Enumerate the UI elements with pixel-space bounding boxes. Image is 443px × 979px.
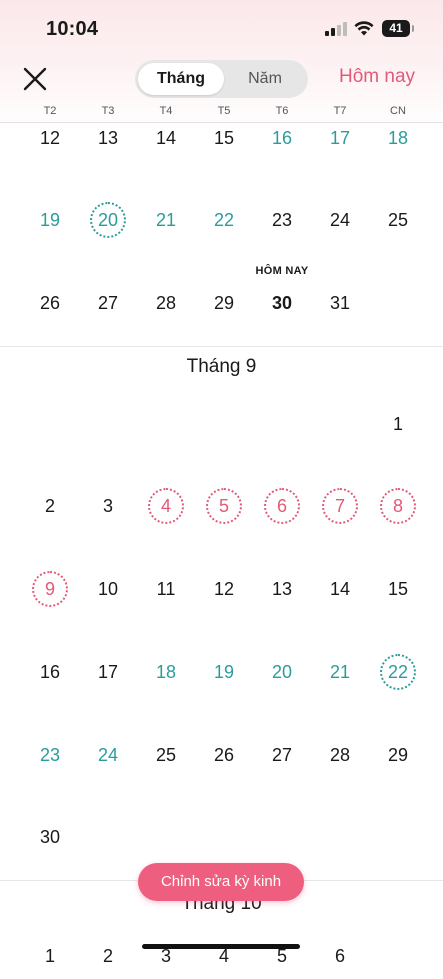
calendar-day[interactable]: 1 [27, 933, 73, 979]
calendar-day[interactable]: 13 [259, 566, 305, 612]
weekday-label: T2 [43, 105, 57, 117]
month-divider [0, 346, 443, 347]
calendar-day[interactable]: 21 [143, 197, 189, 243]
calendar-day[interactable]: 15 [375, 566, 421, 612]
view-toggle: Tháng Năm [135, 60, 308, 98]
calendar-day[interactable]: 4 [201, 933, 247, 979]
tab-month[interactable]: Tháng [138, 63, 224, 95]
month-title: Tháng 9 [186, 356, 257, 377]
weekday-header: T2 T3 T4 T5 T6 T7 CN [0, 105, 443, 121]
calendar-day[interactable]: 20 [259, 649, 305, 695]
calendar-day[interactable]: 19 [201, 649, 247, 695]
calendar-day[interactable]: 7 [322, 488, 358, 524]
weekday-label: T7 [333, 105, 347, 117]
calendar-day[interactable]: 24 [85, 732, 131, 778]
weekday-label: T6 [275, 105, 289, 117]
calendar-day[interactable]: 8 [380, 488, 416, 524]
calendar-day[interactable]: 6 [264, 488, 300, 524]
calendar-day[interactable]: 18 [143, 649, 189, 695]
calendar-day[interactable]: 24 [317, 197, 363, 243]
calendar-day[interactable]: 19 [27, 197, 73, 243]
status-bar: 10:04 41 [0, 0, 443, 56]
calendar-day[interactable]: 23 [259, 197, 305, 243]
calendar-day[interactable]: 16 [27, 649, 73, 695]
edit-period-button[interactable]: Chỉnh sửa kỳ kinh [138, 863, 304, 901]
weekday-label: CN [390, 105, 406, 117]
home-indicator [142, 944, 300, 949]
calendar-day[interactable]: 28 [143, 280, 189, 326]
calendar-day[interactable]: 6 [317, 933, 363, 979]
calendar-day[interactable]: 5 [206, 488, 242, 524]
top-nav: Tháng Năm Hôm nay [0, 56, 443, 102]
weekday-label: T3 [101, 105, 115, 117]
calendar-day[interactable]: 27 [85, 280, 131, 326]
calendar-day[interactable]: 3 [143, 933, 189, 979]
calendar-day[interactable]: 28 [317, 732, 363, 778]
calendar-scroll[interactable]: 12 13 14 15 16 17 18 19 20 21 22 23 24 25 26 27 28 29 30 HÔ… [0, 0, 443, 966]
calendar-day[interactable]: 29 [201, 280, 247, 326]
tab-year[interactable]: Năm [224, 63, 306, 95]
calendar-day[interactable]: 22 [380, 654, 416, 690]
calendar-day[interactable]: 21 [317, 649, 363, 695]
calendar-day[interactable]: 1 [375, 401, 421, 447]
battery-icon: 41 [382, 20, 414, 37]
calendar-day[interactable]: 5 [259, 933, 305, 979]
calendar-day[interactable]: 29 [375, 732, 421, 778]
calendar-day[interactable]: 20 [90, 202, 126, 238]
cellular-signal-icon [325, 22, 347, 36]
calendar-day[interactable]: 17 [85, 649, 131, 695]
calendar-day[interactable]: 25 [375, 197, 421, 243]
calendar-day[interactable]: 12 [201, 566, 247, 612]
weekday-label: T4 [159, 105, 173, 117]
calendar-day[interactable]: 9 [32, 571, 68, 607]
calendar-day[interactable]: 2 [27, 483, 73, 529]
calendar-day[interactable]: 26 [27, 280, 73, 326]
calendar-day[interactable]: 10 [85, 566, 131, 612]
header-divider [0, 122, 443, 123]
weekday-label: T5 [217, 105, 231, 117]
wifi-icon [354, 21, 374, 36]
calendar-day[interactable]: 11 [143, 566, 189, 612]
calendar-day[interactable]: 14 [317, 566, 363, 612]
calendar-day[interactable]: 23 [27, 732, 73, 778]
calendar-day[interactable]: 4 [148, 488, 184, 524]
calendar-day[interactable]: 26 [201, 732, 247, 778]
calendar-day[interactable]: 25 [143, 732, 189, 778]
status-time: 10:04 [46, 18, 99, 40]
close-icon[interactable] [20, 64, 50, 94]
calendar-day[interactable]: 30 [27, 814, 73, 860]
calendar-day[interactable]: 3 [85, 483, 131, 529]
today-label: HÔM NAY [255, 265, 309, 277]
calendar-day-today[interactable]: 30 [259, 280, 305, 326]
calendar-day[interactable]: 31 [317, 280, 363, 326]
calendar-day[interactable]: 27 [259, 732, 305, 778]
calendar-day[interactable]: 2 [85, 933, 131, 979]
calendar-day[interactable]: 22 [201, 197, 247, 243]
today-button[interactable]: Hôm nay [339, 66, 415, 88]
